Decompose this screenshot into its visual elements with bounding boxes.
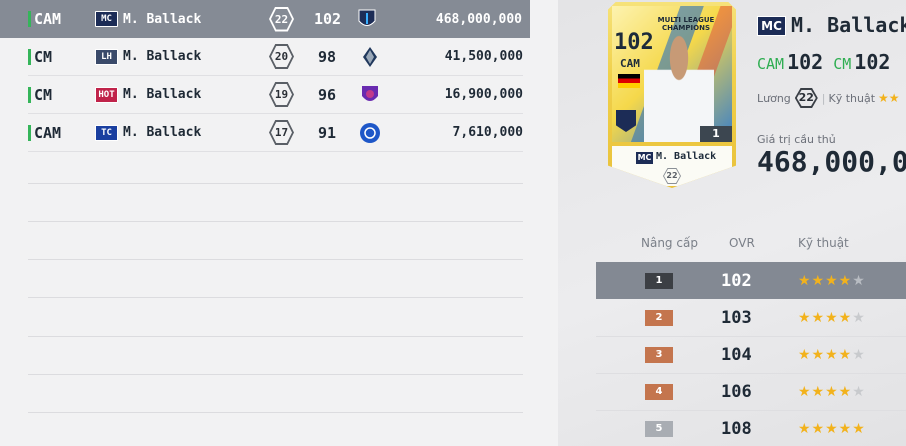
skill-header: Kỹ thuật: [798, 236, 849, 250]
upgrade-row[interactable]: 5 108 ★★★★★: [596, 411, 906, 446]
player-name: M. Ballack: [123, 11, 202, 27]
skill-stars: ★★★★★: [798, 384, 866, 400]
grade-badge: 1: [645, 272, 673, 289]
empty-row-divider: [28, 297, 523, 298]
upgrade-row[interactable]: 3 104 ★★★★★: [596, 337, 906, 374]
card-position: CAM: [620, 57, 640, 70]
upgrade-header: Nâng cấp: [641, 236, 698, 250]
ml-champions-crest-icon: [358, 9, 376, 26]
player-list: CAM MC M. Ballack 22 102 468,000,000 CM …: [0, 0, 558, 446]
player-ovr: 96: [318, 85, 337, 104]
upgrade-ovr: 103: [721, 308, 752, 328]
upgrade-ovr: 108: [721, 419, 752, 439]
skill-stars: ★★★★★: [798, 421, 866, 437]
position-bar: [28, 124, 31, 141]
player-detail-panel: MULTI LEAGUE CHAMPIONS 102 CAM 1 MC M. B…: [558, 0, 906, 446]
vancouver-crest-icon: [363, 46, 377, 67]
player-name: M. Ballack: [123, 49, 202, 64]
card-ovr: 102: [614, 30, 654, 55]
empty-row-divider: [28, 374, 523, 375]
player-name-title: M. Ballack: [791, 13, 906, 37]
player-row[interactable]: CM LH M. Ballack 20 98 41,500,000: [28, 38, 523, 76]
card-grade: 1: [700, 126, 732, 142]
germany-flag-icon: [618, 74, 640, 88]
player-value: 468,000,000: [757, 145, 906, 178]
player-ovr: 91: [318, 123, 337, 142]
salary-hex-icon: 22: [794, 88, 818, 108]
season-badge: MC: [95, 11, 118, 27]
skill-stars: ★★★★★: [798, 272, 866, 289]
position-label: CM: [28, 86, 52, 104]
blue-round-crest-icon: [360, 122, 380, 143]
salary-hex-icon: 22: [269, 6, 294, 32]
position-bar: [28, 11, 31, 27]
empty-row-divider: [28, 412, 523, 413]
season-badge: LH: [95, 48, 118, 65]
season-badge: TC: [95, 124, 118, 141]
season-badge: HOT: [95, 86, 118, 103]
player-price: 41,500,000: [444, 49, 523, 64]
card-season-title: MULTI LEAGUE CHAMPIONS: [657, 16, 715, 32]
player-name: M. Ballack: [123, 87, 202, 102]
upgrade-row[interactable]: 2 103 ★★★★★: [596, 300, 906, 337]
salary-skill-line: Lương 22 | Kỹ thuật ★★: [757, 88, 900, 108]
position-label: CAM: [28, 124, 61, 142]
player-price: 16,900,000: [444, 87, 523, 102]
card-player-name: M. Ballack: [656, 151, 717, 162]
purple-shield-crest-icon: [362, 85, 378, 101]
position-ratings: CAM 102 CM 102: [757, 50, 891, 74]
grade-badge: 4: [645, 384, 673, 400]
player-price: 468,000,000: [435, 11, 522, 27]
position-bar: [28, 86, 31, 103]
empty-row-divider: [28, 221, 523, 222]
position-bar: [28, 48, 31, 65]
player-row[interactable]: CAM MC M. Ballack 22 102 468,000,000: [0, 0, 530, 38]
player-ovr: 98: [318, 47, 337, 66]
grade-badge: 2: [645, 310, 673, 326]
upgrade-ovr: 104: [721, 345, 752, 365]
empty-row-divider: [28, 259, 523, 260]
skill-stars: ★★★★★: [798, 310, 866, 326]
position-label: CM: [28, 48, 52, 66]
grade-badge: 5: [645, 421, 673, 437]
empty-row-divider: [28, 183, 523, 184]
upgrade-row[interactable]: 4 106 ★★★★★: [596, 374, 906, 411]
skill-stars: ★★★★★: [798, 347, 866, 363]
card-season-badge: MC: [636, 152, 653, 164]
upgrade-ovr: 102: [721, 270, 752, 291]
player-row[interactable]: CM HOT M. Ballack 19 96 16,900,000: [28, 76, 523, 114]
grade-badge: 3: [645, 347, 673, 363]
player-card[interactable]: MULTI LEAGUE CHAMPIONS 102 CAM 1 MC M. B…: [608, 2, 736, 188]
salary-hex-icon: 17: [269, 120, 294, 145]
upgrade-row[interactable]: 1 102 ★★★★★: [596, 262, 906, 299]
player-price: 7,610,000: [452, 125, 523, 140]
salary-hex-icon: 20: [269, 44, 294, 69]
position-label: CAM: [28, 10, 61, 28]
ovr-header: OVR: [729, 236, 755, 250]
season-badge: MC: [757, 16, 786, 36]
player-row[interactable]: CAM TC M. Ballack 17 91 7,610,000: [28, 114, 523, 152]
upgrade-ovr: 106: [721, 382, 752, 402]
skill-stars: ★★: [878, 91, 900, 105]
salary-hex-icon: 19: [269, 82, 294, 107]
empty-row-divider: [28, 336, 523, 337]
player-name: M. Ballack: [123, 125, 202, 140]
divider: |: [821, 91, 826, 105]
player-ovr: 102: [314, 10, 342, 28]
